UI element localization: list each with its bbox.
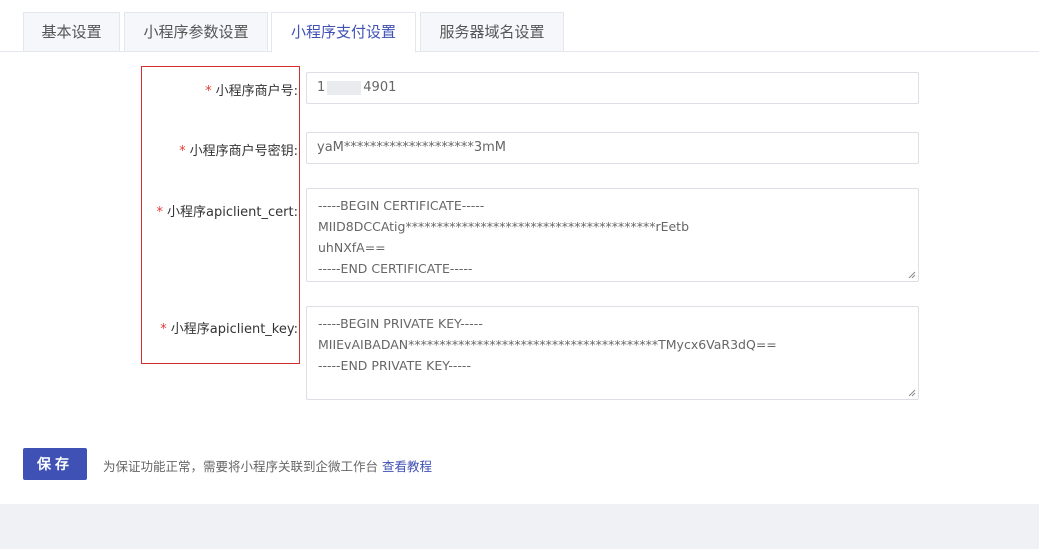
required-mark: * bbox=[160, 322, 167, 337]
tab-miniprogram-payment[interactable]: 小程序支付设置 bbox=[271, 12, 416, 53]
save-button[interactable]: 保存 bbox=[23, 448, 87, 480]
cert-line: MIID8DCCAtig****************************… bbox=[318, 219, 690, 234]
tab-miniprogram-params[interactable]: 小程序参数设置 bbox=[124, 12, 268, 52]
merchant-id-value-suffix: 4901 bbox=[363, 80, 397, 95]
merchant-key-value: yaM********************3mM bbox=[317, 140, 507, 155]
view-tutorial-link[interactable]: 查看教程 bbox=[382, 459, 432, 474]
save-hint: 为保证功能正常，需要将小程序关联到企微工作台 查看教程 bbox=[103, 456, 432, 475]
merchant-key-label-text: 小程序商户号密钥: bbox=[189, 144, 298, 159]
tab-basic-settings[interactable]: 基本设置 bbox=[23, 12, 120, 52]
merchant-key-label: * 小程序商户号密钥: bbox=[179, 140, 298, 159]
resize-handle-icon[interactable] bbox=[908, 271, 916, 279]
key-line: -----END PRIVATE KEY----- bbox=[318, 358, 471, 373]
settings-tabs: 基本设置 小程序参数设置 小程序支付设置 服务器域名设置 bbox=[0, 0, 1039, 53]
key-line: -----BEGIN PRIVATE KEY----- bbox=[318, 316, 483, 331]
cert-line: uhNXfA== bbox=[318, 240, 386, 255]
required-mark: * bbox=[205, 84, 212, 99]
redaction-mask bbox=[327, 80, 362, 95]
footer-bar bbox=[0, 504, 1039, 549]
save-hint-text: 为保证功能正常，需要将小程序关联到企微工作台 bbox=[103, 459, 379, 474]
merchant-id-value-prefix: 1 bbox=[317, 80, 326, 95]
merchant-id-label: * 小程序商户号: bbox=[205, 80, 298, 99]
apiclient-key-label: * 小程序apiclient_key: bbox=[160, 318, 298, 337]
resize-handle-icon[interactable] bbox=[908, 389, 916, 397]
apiclient-cert-label: * 小程序apiclient_cert: bbox=[156, 201, 298, 220]
apiclient-cert-label-text: 小程序apiclient_cert: bbox=[166, 205, 298, 220]
apiclient-cert-textarea[interactable]: -----BEGIN CERTIFICATE----- MIID8DCCAtig… bbox=[306, 188, 919, 282]
required-mark: * bbox=[156, 205, 163, 220]
merchant-id-label-text: 小程序商户号: bbox=[215, 84, 298, 99]
cert-line: -----BEGIN CERTIFICATE----- bbox=[318, 198, 485, 213]
tab-server-domain[interactable]: 服务器域名设置 bbox=[420, 12, 564, 52]
cert-line: -----END CERTIFICATE----- bbox=[318, 261, 473, 276]
merchant-id-input[interactable]: 1 4901 bbox=[306, 72, 919, 104]
merchant-key-input[interactable]: yaM********************3mM bbox=[306, 132, 919, 164]
apiclient-key-label-text: 小程序apiclient_key: bbox=[170, 322, 298, 337]
required-mark: * bbox=[179, 144, 186, 159]
apiclient-key-textarea[interactable]: -----BEGIN PRIVATE KEY----- MIIEvAIBADAN… bbox=[306, 306, 919, 400]
key-line: MIIEvAIBADAN****************************… bbox=[318, 337, 777, 352]
